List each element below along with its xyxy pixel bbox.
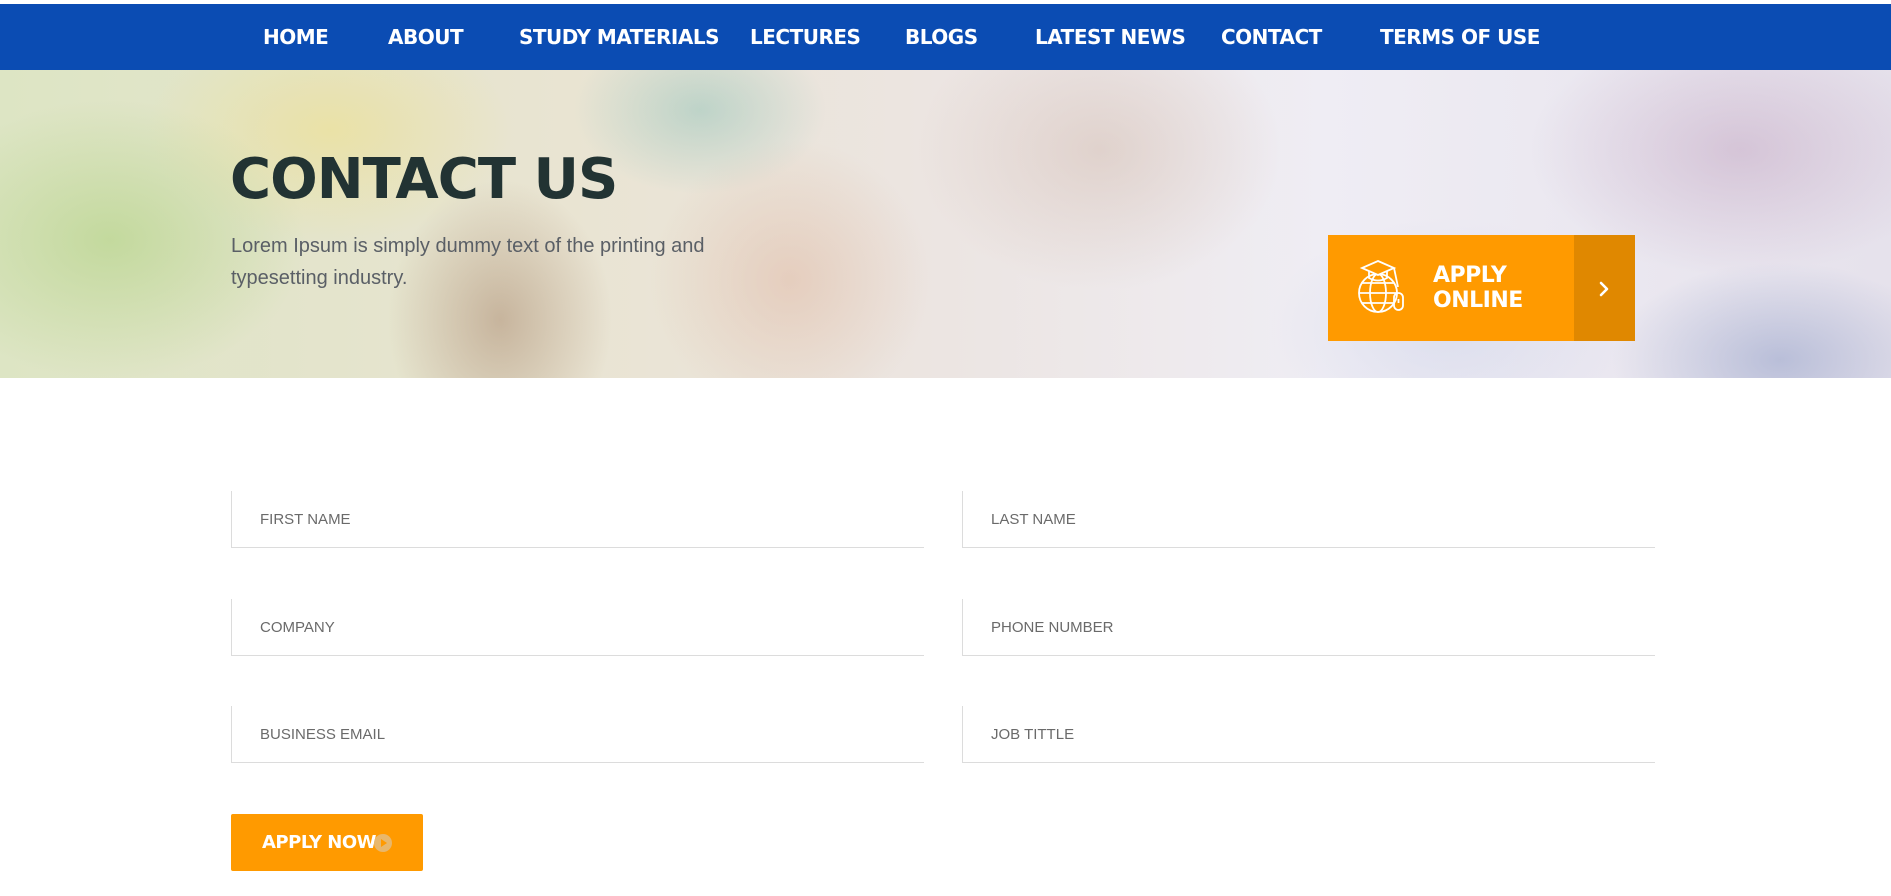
nav-item-contact[interactable]: CONTACT (1221, 4, 1322, 70)
page-title: CONTACT US (230, 147, 618, 212)
apply-online-label: APPLY ONLINE (1433, 263, 1573, 313)
business-email-field-wrapper (231, 706, 924, 763)
job-title-input[interactable] (963, 706, 1655, 762)
chevron-right-icon (1599, 281, 1609, 297)
first-name-field-wrapper (231, 491, 924, 548)
last-name-input[interactable] (963, 491, 1655, 547)
apply-now-label: APPLY NOW (262, 832, 377, 853)
apply-online-button[interactable]: APPLY ONLINE (1328, 235, 1635, 341)
last-name-field-wrapper (962, 491, 1655, 548)
hero-banner: CONTACT US Lorem Ipsum is simply dummy t… (0, 70, 1891, 378)
first-name-input[interactable] (232, 491, 924, 547)
play-circle-icon (374, 834, 392, 852)
phone-field-wrapper (962, 599, 1655, 656)
hero-description: Lorem Ipsum is simply dummy text of the … (231, 235, 705, 289)
main-navbar: HOME ABOUT STUDY MATERIALS LECTURES BLOG… (0, 4, 1891, 70)
nav-item-terms-of-use[interactable]: TERMS OF USE (1380, 4, 1540, 70)
nav-item-latest-news[interactable]: LATEST NEWS (1035, 4, 1186, 70)
globe-graduation-cap-icon (1358, 260, 1404, 313)
nav-item-blogs[interactable]: BLOGS (905, 4, 978, 70)
nav-item-about[interactable]: ABOUT (388, 4, 464, 70)
apply-now-button[interactable]: APPLY NOW (231, 814, 423, 871)
job-title-field-wrapper (962, 706, 1655, 763)
company-input[interactable] (232, 599, 924, 655)
apply-online-line1: APPLY (1433, 263, 1507, 288)
company-field-wrapper (231, 599, 924, 656)
nav-item-home[interactable]: HOME (263, 4, 329, 70)
phone-number-input[interactable] (963, 599, 1655, 655)
apply-online-arrow-box (1574, 235, 1635, 341)
nav-item-study-materials[interactable]: STUDY MATERIALS (519, 4, 719, 70)
page: HOME ABOUT STUDY MATERIALS LECTURES BLOG… (0, 0, 1891, 896)
nav-item-lectures[interactable]: LECTURES (750, 4, 861, 70)
apply-online-line2: ONLINE (1433, 288, 1523, 313)
business-email-input[interactable] (232, 706, 924, 762)
